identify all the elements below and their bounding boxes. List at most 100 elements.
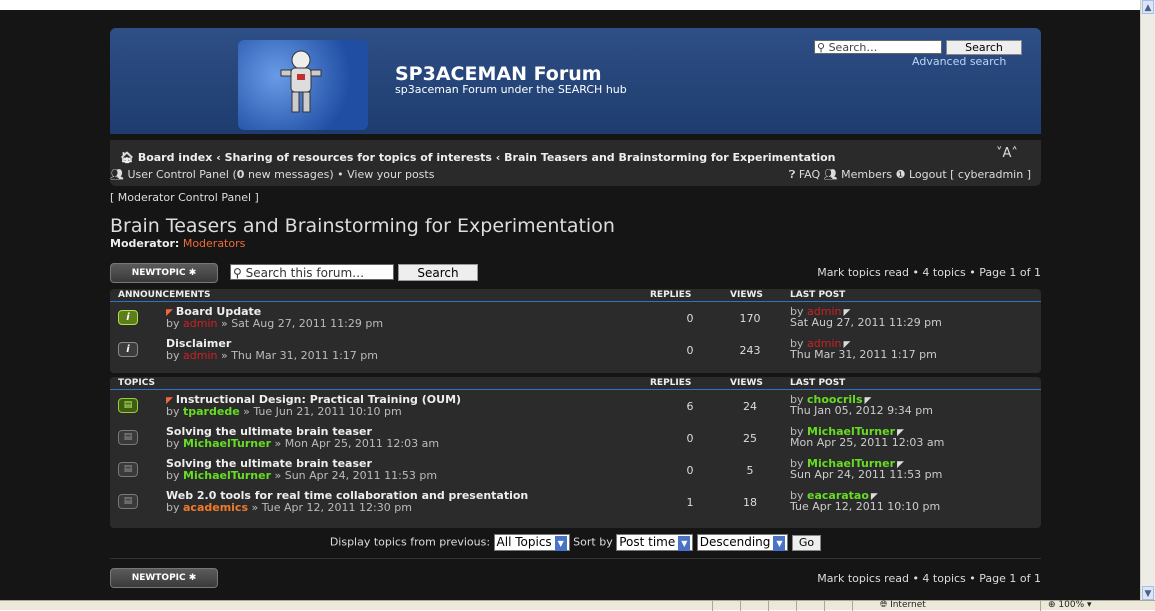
logout-link[interactable]: Logout [ cyberadmin ] [909, 168, 1031, 181]
header-search-button[interactable]: Search [946, 40, 1022, 55]
post-date: » Tue Jun 21, 2011 10:10 pm [243, 405, 402, 418]
replies-count: 0 [686, 432, 694, 445]
last-post-date: Thu Mar 31, 2011 1:17 pm [790, 348, 937, 361]
post-date: » Sun Apr 24, 2011 11:53 pm [274, 469, 438, 482]
replies-count: 0 [686, 464, 694, 477]
scroll-down-icon[interactable]: ▼ [1142, 586, 1154, 600]
breadcrumb-separator: ‹ [216, 151, 225, 164]
author-link[interactable]: MichaelTurner [183, 469, 271, 482]
view-posts-link[interactable]: View your posts [347, 168, 434, 181]
topic-unread-icon: ▤ [118, 398, 138, 413]
topic-row[interactable]: ▤ Web 2.0 tools for real time collaborat… [110, 486, 1041, 518]
topic-read-icon: ▤ [118, 430, 138, 445]
topic-row[interactable]: ▤ ◤ Instructional Design: Practical Train… [110, 390, 1041, 422]
author-link[interactable]: academics [183, 501, 248, 514]
by-label: by [166, 405, 180, 418]
by-label: by [166, 349, 180, 362]
moderators-link[interactable]: Moderators [183, 237, 246, 250]
last-post-date: Tue Apr 12, 2011 10:10 pm [790, 500, 941, 513]
members-link[interactable]: Members [841, 168, 892, 181]
vertical-scrollbar[interactable]: ▲ ▼ [1140, 0, 1155, 600]
home-icon: 🏠︎ [120, 151, 134, 164]
members-icon: 👥︎ [823, 168, 838, 181]
topic-author-line: by admin » Thu Mar 31, 2011 1:17 pm [166, 349, 378, 362]
replies-count: 0 [686, 344, 694, 357]
post-date: » Tue Apr 12, 2011 12:30 pm [251, 501, 412, 514]
globe-icon: 🌐︎ [880, 600, 888, 610]
faq-link[interactable]: FAQ [799, 168, 820, 181]
sort-label: Sort by [573, 535, 613, 549]
sort-order-select[interactable]: Descending ▼ [696, 534, 789, 551]
views-count: 170 [739, 312, 761, 325]
site-title[interactable]: SP3ACEMAN Forum [395, 63, 602, 85]
new-topic-button-bottom[interactable]: NEWTOPIC ✱ [110, 568, 218, 588]
sort-key-value: Post time [619, 535, 676, 549]
header-search-placeholder: Search… [828, 41, 878, 54]
announcements-heading: ANNOUNCEMENTS [118, 290, 211, 300]
new-messages-count: 0 [236, 168, 245, 181]
sort-key-select[interactable]: Post time ▼ [616, 534, 694, 551]
sort-order-value: Descending [699, 535, 771, 549]
go-button[interactable]: Go [791, 534, 822, 551]
announcement-row[interactable]: i ◤ Board Update by admin » Sat Aug 27, 2… [110, 302, 1041, 334]
browser-status-bar: 🌐︎ Internet ⊕ 100% ▾ [0, 600, 1155, 611]
forum-title[interactable]: Brain Teasers and Brainstorming for Expe… [110, 215, 615, 237]
announcements-block: ANNOUNCEMENTS REPLIES VIEWS LAST POST i … [110, 289, 1041, 373]
moderator-line: Moderator: Moderators [110, 237, 245, 250]
zoom-level[interactable]: ⊕ 100% ▾ [1048, 600, 1092, 610]
breadcrumb-category[interactable]: Sharing of resources for topics of inter… [225, 151, 492, 164]
views-count: 243 [739, 344, 761, 357]
by-label: by [166, 469, 180, 482]
last-post-column-header: LAST POST [790, 290, 846, 300]
views-count: 24 [743, 400, 757, 413]
last-post-date: Thu Jan 05, 2012 9:34 pm [790, 404, 933, 417]
pagination-top[interactable]: Mark topics read • 4 topics • Page 1 of … [817, 266, 1041, 279]
divider [110, 558, 1041, 559]
author-link[interactable]: admin [183, 349, 217, 362]
author-link[interactable]: MichaelTurner [183, 437, 271, 450]
author-link[interactable]: admin [183, 317, 217, 330]
font-size-toggle[interactable]: ˅A˄ [996, 146, 1018, 161]
display-label: Display topics from previous: [329, 535, 491, 549]
zoom-icon: ⊕ [1048, 600, 1056, 610]
zoom-value: 100% [1058, 600, 1085, 610]
forum-search-input[interactable]: ⚲ Search this forum… [230, 264, 394, 280]
ucp-link[interactable]: User Control Panel [127, 168, 229, 181]
scroll-up-icon[interactable]: ▲ [1142, 0, 1154, 14]
moderator-control-panel-link[interactable]: [ Moderator Control Panel ] [110, 191, 259, 204]
views-column-header: VIEWS [730, 290, 763, 300]
topic-row[interactable]: ▤ Solving the ultimate brain teaser by M… [110, 422, 1041, 454]
right-links: ❓︎ FAQ 👥︎ Members ❶ Logout [ cyberadmin … [789, 168, 1031, 182]
forum-search-button[interactable]: Search [398, 264, 478, 281]
ucp-separator: • [337, 168, 344, 181]
breadcrumb-board-index[interactable]: Board index [138, 151, 213, 164]
header-search-input[interactable]: ⚲ Search… [814, 40, 942, 54]
site-description: sp3aceman Forum under the SEARCH hub [395, 83, 627, 96]
chevron-down-icon: ▼ [773, 536, 786, 551]
replies-count: 6 [686, 400, 694, 413]
topics-heading: TOPICS [118, 378, 155, 388]
topics-days-select[interactable]: All Topics ▼ [493, 534, 570, 551]
faq-icon: ❓︎ [788, 168, 796, 181]
views-column-header: VIEWS [730, 378, 763, 388]
display-options: Display topics from previous: All Topics… [110, 534, 1041, 552]
users-icon: 👥︎ [110, 168, 124, 181]
new-topic-button[interactable]: NEWTOPIC ✱ [110, 263, 218, 283]
announcement-row[interactable]: i Disclaimer by admin » Thu Mar 31, 2011… [110, 334, 1041, 366]
post-date: » Sat Aug 27, 2011 11:29 pm [220, 317, 384, 330]
pagination-bottom[interactable]: Mark topics read • 4 topics • Page 1 of … [817, 572, 1041, 585]
new-messages-link[interactable]: new messages) [248, 168, 334, 181]
astronaut-logo[interactable] [238, 40, 368, 130]
forum-header-wrap: SP3ACEMAN Forum sp3aceman Forum under th… [110, 28, 1041, 186]
author-link[interactable]: tpardede [183, 405, 240, 418]
breadcrumb: 🏠︎ Board index ‹ Sharing of resources fo… [120, 151, 836, 164]
last-post-column-header: LAST POST [790, 378, 846, 388]
topic-row[interactable]: ▤ Solving the ultimate brain teaser by M… [110, 454, 1041, 486]
forum-search-placeholder: Search this forum… [245, 266, 365, 280]
replies-column-header: REPLIES [650, 290, 692, 300]
breadcrumb-forum[interactable]: Brain Teasers and Brainstorming for Expe… [504, 151, 835, 164]
announcement-unread-icon: i [118, 310, 138, 325]
replies-count: 0 [686, 312, 694, 325]
views-count: 18 [743, 496, 757, 509]
advanced-search-link[interactable]: Advanced search [912, 55, 1006, 68]
